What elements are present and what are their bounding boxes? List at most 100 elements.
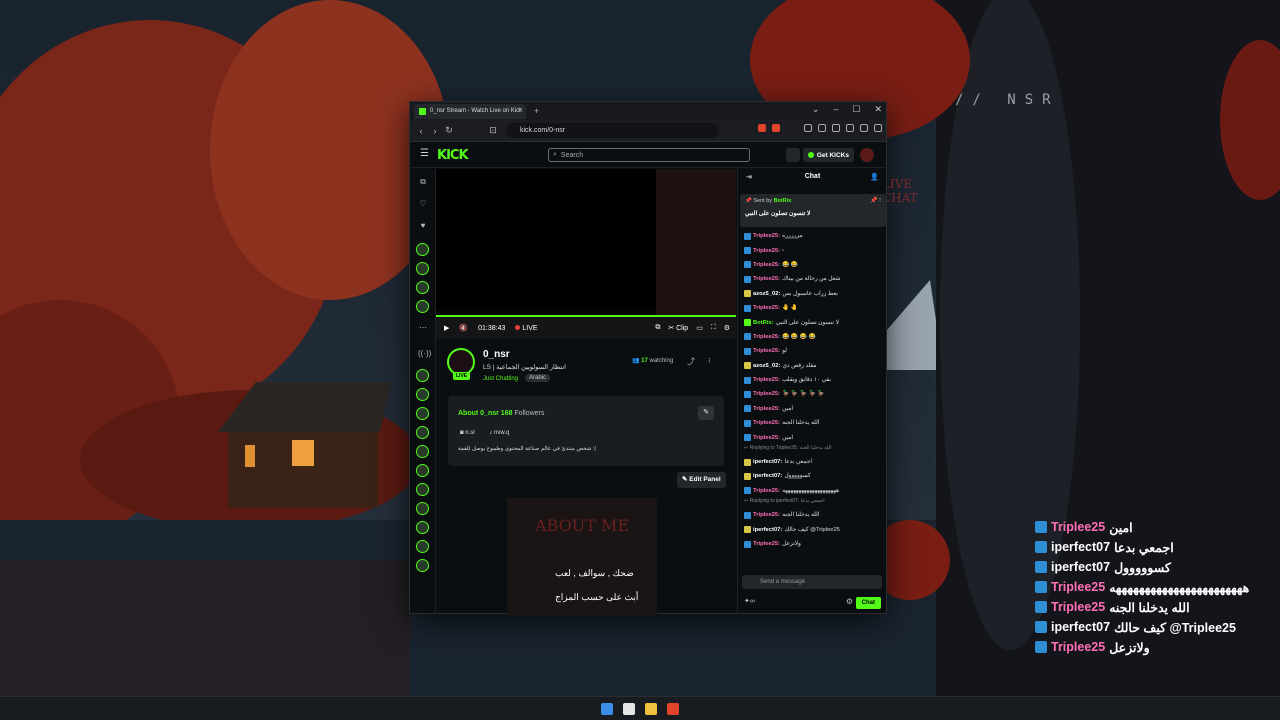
recommended-channel-avatar[interactable] (416, 521, 429, 534)
notifications-button[interactable] (786, 148, 800, 162)
chat-username[interactable]: Triplee25: (753, 420, 780, 426)
menu-icon[interactable] (874, 124, 882, 132)
forward-icon[interactable]: › (428, 126, 442, 136)
clip-button[interactable]: ✂ Clip (668, 324, 688, 332)
extension-icon[interactable] (804, 124, 812, 132)
maximize-icon[interactable]: ☐ (852, 104, 860, 115)
stream-category[interactable]: Just Chatting (483, 376, 518, 382)
recommended-channel-avatar[interactable] (416, 559, 429, 572)
chat-users-icon[interactable]: 👤 (870, 173, 879, 181)
chat-username[interactable]: iperfect07: (753, 473, 782, 479)
get-kicks-button[interactable]: Get KICKs (802, 148, 854, 162)
vpn-icon[interactable] (860, 124, 868, 132)
heart-icon[interactable]: ♥ (418, 221, 428, 230)
recommended-channel-avatar[interactable] (416, 445, 429, 458)
pin-actions[interactable]: 📌 ⁝ (870, 197, 881, 204)
recommended-channel-avatar[interactable] (416, 426, 429, 439)
wallet-icon[interactable] (832, 124, 840, 132)
recommended-channel-avatar[interactable] (416, 540, 429, 553)
bookmark-icon[interactable]: ⊡ (486, 125, 500, 136)
chat-username[interactable]: Triplee25: (753, 262, 780, 268)
kicks-coin-icon (807, 152, 814, 158)
more-options-icon[interactable]: ⁝ (708, 356, 711, 365)
followed-channel-avatar[interactable] (416, 243, 429, 256)
live-icon[interactable]: ((·)) (418, 349, 431, 358)
following-icon[interactable]: ♡ (418, 199, 428, 208)
reload-icon[interactable]: ↻ (442, 125, 456, 136)
chat-input[interactable]: Send a message (742, 575, 882, 589)
chat-username[interactable]: Triplee25: (753, 488, 780, 494)
chat-username[interactable]: Triplee25: (753, 276, 780, 282)
language-tag[interactable]: Arabic (525, 374, 551, 382)
chat-username[interactable]: Triplee25: (753, 541, 780, 547)
chat-username[interactable]: iperfect07: (753, 527, 782, 533)
recommended-channel-avatar[interactable] (416, 483, 429, 496)
video-player[interactable]: LIVE CHAT ▶ 🔇 01:38:43 LIVE ⧉ ✂ Clip ▭ ⛶… (436, 169, 918, 339)
browse-icon[interactable]: ⧉ (418, 177, 428, 187)
followed-channel-avatar[interactable] (416, 262, 429, 275)
share-icon[interactable]: ⤴ (687, 356, 695, 367)
badge-icon (744, 405, 751, 413)
chat-username[interactable]: Triplee25: (753, 391, 780, 397)
fullscreen-icon[interactable]: ⛶ (711, 324, 716, 332)
chat-username[interactable]: Triplee25: (753, 435, 780, 441)
recommended-channel-avatar[interactable] (416, 388, 429, 401)
send-chat-button[interactable]: Chat (855, 597, 881, 609)
chat-username[interactable]: BotRix: (753, 320, 774, 326)
video-frame[interactable]: LIVE CHAT (436, 169, 918, 315)
chat-username[interactable]: azoz5_02: (753, 363, 780, 369)
collapse-chat-icon[interactable]: ⇥ (746, 173, 752, 181)
brave-rewards-icon[interactable] (772, 124, 780, 132)
followed-channel-avatar[interactable] (416, 281, 429, 294)
recommended-channel-avatar[interactable] (416, 407, 429, 420)
chat-username[interactable]: Triplee25: (753, 334, 780, 340)
user-avatar[interactable] (860, 148, 874, 162)
play-icon[interactable]: ▶ (444, 324, 449, 332)
close-icon[interactable]: ✕ (874, 104, 882, 115)
search-input[interactable]: ⌕ Search (548, 148, 750, 162)
chat-username[interactable]: Triplee25: (753, 348, 780, 354)
chat-username[interactable]: Triplee25: (753, 406, 780, 412)
edit-panel-button[interactable]: ✎ Edit Panel (677, 472, 726, 488)
new-tab-icon[interactable]: + (534, 106, 539, 116)
discord-link[interactable]: ◙ n.sr (460, 430, 475, 436)
chat-username[interactable]: Triplee25: (753, 377, 780, 383)
kick-logo[interactable]: KICK (437, 148, 469, 163)
channel-name[interactable]: 0_nsr (483, 349, 510, 360)
back-icon[interactable]: ‹ (414, 126, 428, 136)
chat-username[interactable]: Triplee25: (753, 305, 780, 311)
pip-icon[interactable]: ⧉ (655, 324, 660, 332)
recommended-channel-avatar[interactable] (416, 369, 429, 382)
followed-channel-avatar[interactable] (416, 300, 429, 313)
mute-icon[interactable]: 🔇 (459, 324, 468, 332)
brave-shield-icon[interactable] (758, 124, 766, 132)
url-field[interactable]: kick.com/0-nsr (506, 123, 719, 138)
file-explorer-icon[interactable] (645, 703, 657, 715)
leo-ai-icon[interactable] (846, 124, 854, 132)
browser-tab[interactable]: 0_nsr Stream - Watch Live on Kick × (414, 103, 526, 119)
tiktok-link[interactable]: ♪ nvw.q (489, 430, 509, 436)
chat-text: ▫ (782, 247, 785, 254)
chevron-down-icon[interactable]: ⌄ (812, 104, 820, 115)
chat-username[interactable]: iperfect07: (753, 459, 782, 465)
brave-browser-icon[interactable] (667, 703, 679, 715)
edit-pencil-icon[interactable]: ✎ (698, 406, 714, 420)
theater-icon[interactable]: ▭ (696, 324, 703, 332)
settings-icon[interactable]: ⚙ (846, 597, 853, 606)
chat-username[interactable]: azoz5_02: (753, 291, 780, 297)
expand-icon[interactable]: ⋯ (418, 323, 428, 332)
chat-username[interactable]: Triplee25: (753, 512, 780, 518)
menu-icon[interactable]: ☰ (420, 148, 429, 159)
progress-bar[interactable] (436, 315, 736, 317)
close-tab-icon[interactable]: × (518, 107, 522, 114)
recommended-channel-avatar[interactable] (416, 464, 429, 477)
chat-username[interactable]: Triplee25: (753, 248, 780, 254)
minimize-icon[interactable]: – (833, 104, 838, 115)
calendar-icon[interactable] (623, 703, 635, 715)
sidebar-icon[interactable] (818, 124, 826, 132)
recommended-channel-avatar[interactable] (416, 502, 429, 515)
start-icon[interactable] (601, 703, 613, 715)
settings-icon[interactable]: ⚙ (724, 324, 730, 332)
channel-points-icon[interactable]: ✦∞ (744, 597, 755, 605)
chat-username[interactable]: Triplee25: (753, 233, 780, 239)
